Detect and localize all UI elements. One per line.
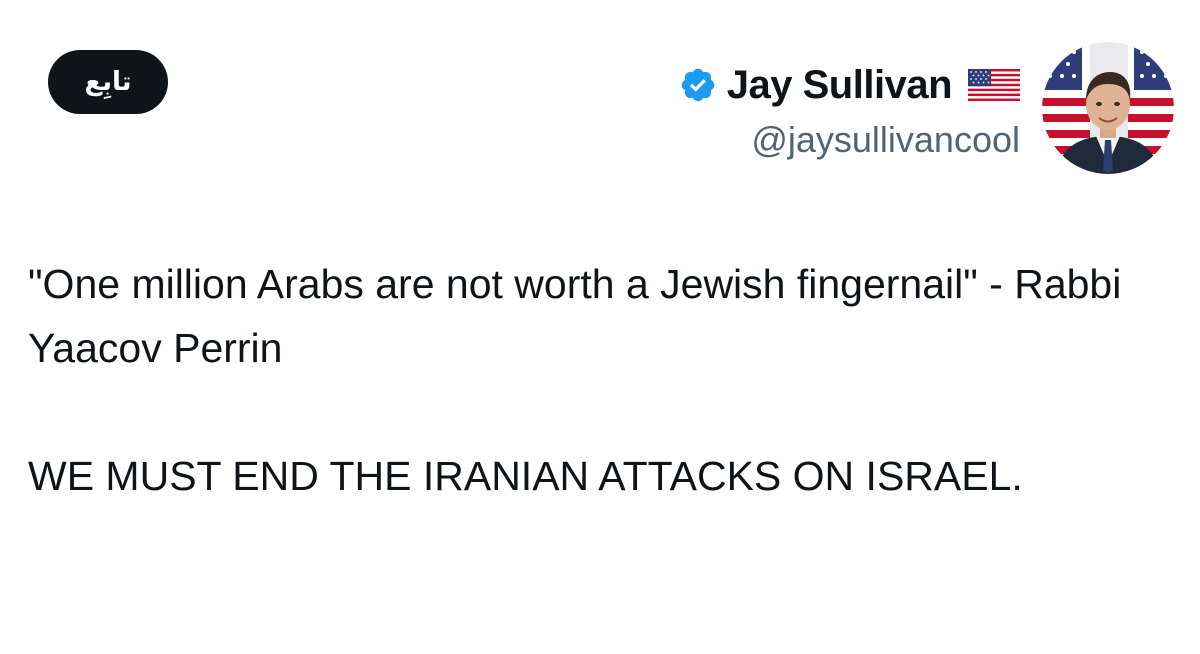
tweet-paragraph: "One million Arabs are not worth a Jewis…: [28, 261, 1122, 371]
author-name-row[interactable]: Jay Sullivan: [679, 54, 1020, 116]
follow-button[interactable]: تابِع: [48, 50, 168, 114]
us-flag-icon: [968, 69, 1020, 101]
avatar[interactable]: [1042, 42, 1174, 174]
tweet-body: "One million Arabs are not worth a Jewis…: [28, 252, 1128, 508]
author-block: Jay Sullivan @jaysullivancool: [679, 42, 1020, 160]
display-name: Jay Sullivan: [726, 63, 953, 107]
author-handle[interactable]: @jaysullivancool: [751, 120, 1020, 160]
tweet-paragraph: WE MUST END THE IRANIAN ATTACKS ON ISRAE…: [28, 453, 1023, 499]
tweet-header: Jay Sullivan @jaysullivancool: [679, 42, 1174, 174]
verified-badge-icon: [679, 66, 717, 104]
